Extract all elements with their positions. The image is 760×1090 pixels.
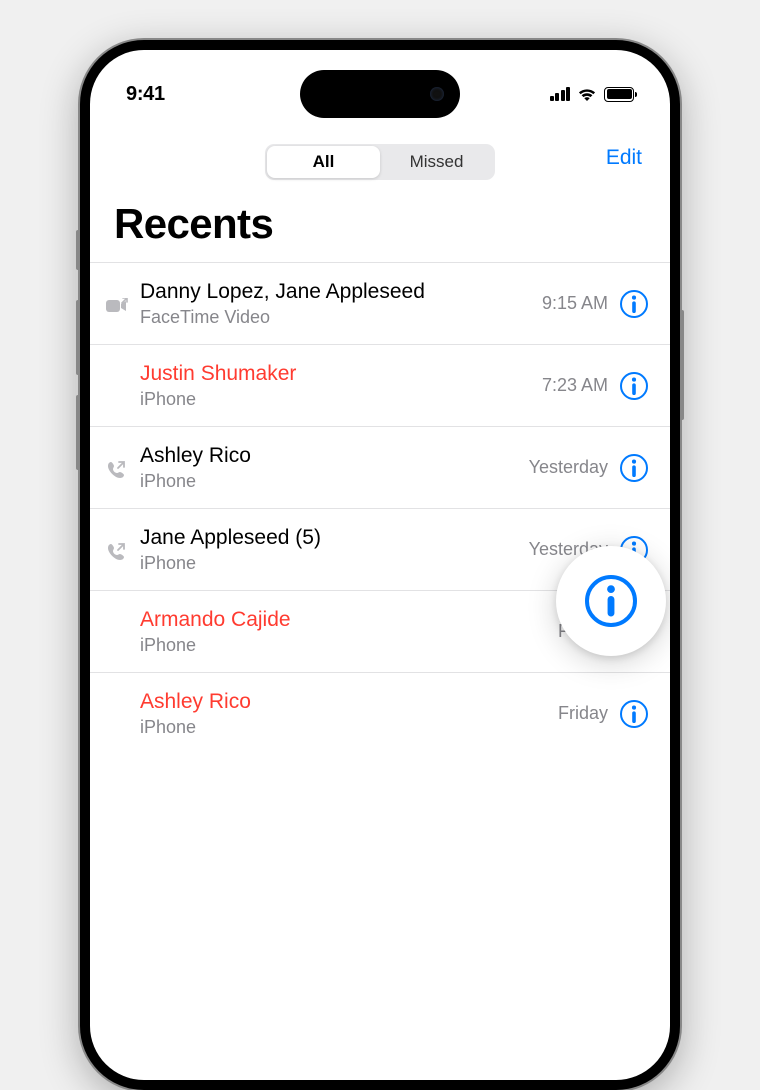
phone-out-icon bbox=[106, 456, 140, 480]
filter-segment[interactable]: All Missed bbox=[265, 144, 495, 180]
edit-button[interactable]: Edit bbox=[606, 146, 642, 170]
call-time: 9:15 AM bbox=[542, 293, 608, 314]
info-button[interactable] bbox=[620, 454, 648, 482]
tab-missed[interactable]: Missed bbox=[380, 146, 493, 178]
battery-icon bbox=[604, 87, 634, 102]
call-body: Danny Lopez, Jane Appleseed FaceTime Vid… bbox=[140, 279, 542, 328]
caller-name: Jane Appleseed (5) bbox=[140, 525, 521, 551]
call-time: 7:23 AM bbox=[542, 375, 608, 396]
call-time: Yesterday bbox=[529, 457, 608, 478]
phone-frame: 9:41 All Missed Edit Recents bbox=[80, 40, 680, 1090]
tab-all[interactable]: All bbox=[267, 146, 380, 178]
caller-name: Armando Cajide bbox=[140, 607, 550, 633]
page-title: Recents bbox=[90, 188, 670, 262]
no-icon bbox=[106, 630, 140, 634]
caller-name: Ashley Rico bbox=[140, 443, 521, 469]
call-time: Friday bbox=[558, 703, 608, 724]
volume-up-button bbox=[76, 300, 80, 375]
call-type: iPhone bbox=[140, 635, 550, 656]
nav-bar: All Missed Edit bbox=[90, 138, 670, 188]
wifi-icon bbox=[577, 87, 597, 102]
caller-name: Ashley Rico bbox=[140, 689, 550, 715]
call-type: iPhone bbox=[140, 471, 521, 492]
call-type: FaceTime Video bbox=[140, 307, 534, 328]
video-out-icon bbox=[106, 294, 140, 314]
cellular-icon bbox=[550, 87, 571, 101]
call-body: Armando Cajide iPhone bbox=[140, 607, 558, 656]
volume-down-button bbox=[76, 395, 80, 470]
call-type: iPhone bbox=[140, 389, 534, 410]
status-indicators bbox=[550, 87, 635, 102]
callout-highlight bbox=[556, 546, 666, 656]
recents-list[interactable]: Danny Lopez, Jane Appleseed FaceTime Vid… bbox=[90, 262, 670, 754]
dynamic-island bbox=[300, 70, 460, 118]
info-button[interactable] bbox=[620, 372, 648, 400]
no-icon bbox=[106, 712, 140, 716]
info-button[interactable] bbox=[620, 290, 648, 318]
info-icon bbox=[585, 575, 637, 627]
info-button[interactable] bbox=[620, 700, 648, 728]
caller-name: Danny Lopez, Jane Appleseed bbox=[140, 279, 534, 305]
call-body: Jane Appleseed (5) iPhone bbox=[140, 525, 529, 574]
silent-switch bbox=[76, 230, 80, 270]
call-row[interactable]: Ashley Rico iPhone Friday bbox=[90, 672, 670, 754]
call-row[interactable]: Danny Lopez, Jane Appleseed FaceTime Vid… bbox=[90, 262, 670, 344]
call-body: Justin Shumaker iPhone bbox=[140, 361, 542, 410]
call-row[interactable]: Justin Shumaker iPhone 7:23 AM bbox=[90, 344, 670, 426]
caller-name: Justin Shumaker bbox=[140, 361, 534, 387]
call-type: iPhone bbox=[140, 717, 550, 738]
no-icon bbox=[106, 384, 140, 388]
phone-out-icon bbox=[106, 538, 140, 562]
call-row[interactable]: Ashley Rico iPhone Yesterday bbox=[90, 426, 670, 508]
status-time: 9:41 bbox=[126, 83, 165, 106]
call-body: Ashley Rico iPhone bbox=[140, 689, 558, 738]
call-body: Ashley Rico iPhone bbox=[140, 443, 529, 492]
side-button bbox=[680, 310, 684, 420]
call-type: iPhone bbox=[140, 553, 521, 574]
screen: 9:41 All Missed Edit Recents bbox=[90, 50, 670, 1080]
front-camera-icon bbox=[430, 87, 444, 101]
